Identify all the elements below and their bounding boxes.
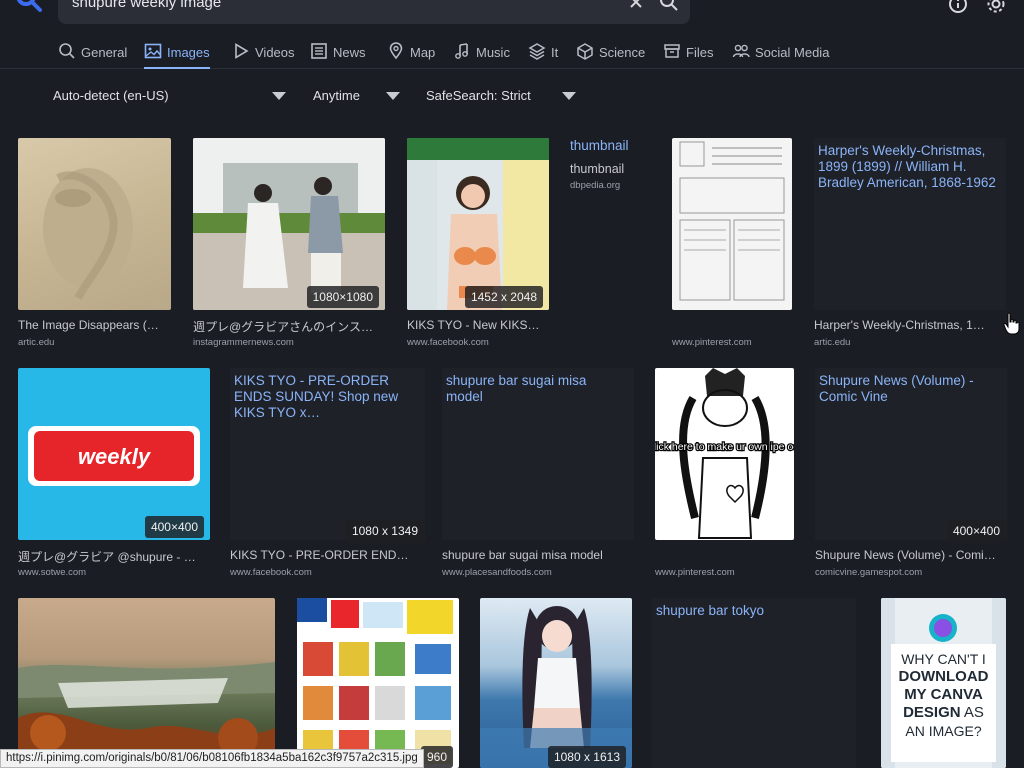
- image-result[interactable]: WHY CAN'T I DOWNLOAD MY CANVA DESIGN AS …: [881, 598, 1007, 768]
- result-thumbnail[interactable]: [672, 138, 792, 310]
- image-result[interactable]: www.pinterest.com: [672, 138, 797, 350]
- result-thumbnail[interactable]: [18, 138, 171, 310]
- canva-headline-line3: MY CANVA: [904, 686, 983, 703]
- result-source: comicvine.gamespot.com: [815, 567, 923, 578]
- result-thumbnail[interactable]: 1080 x 1613: [480, 598, 632, 768]
- result-title-link[interactable]: KIKS TYO - PRE-ORDER ENDS SUNDAY! Shop n…: [234, 373, 414, 421]
- canva-headline-line5: AN IMAGE?: [905, 723, 982, 739]
- result-title-link[interactable]: Shupure News (Volume) - Comic Vine: [819, 373, 999, 405]
- image-result[interactable]: 1452 x 2048 KIKS TYO - New KIKS… www.fac…: [407, 138, 557, 350]
- result-source: www.facebook.com: [407, 337, 489, 348]
- image-results-grid: The Image Disappears (… artic.edu 1080×1…: [0, 0, 1024, 768]
- result-caption[interactable]: KIKS TYO - New KIKS…: [407, 318, 555, 332]
- result-caption[interactable]: Harper's Weekly-Christmas, 1…: [814, 318, 1004, 332]
- image-dimensions: 1080×1080: [306, 286, 379, 308]
- canva-headline-line1: WHY CAN'T I: [901, 651, 986, 667]
- result-source: artic.edu: [814, 337, 851, 348]
- image-dimensions: 1452 x 2048: [464, 286, 543, 308]
- result-caption[interactable]: The Image Disappears (…: [18, 318, 173, 332]
- image-result[interactable]: The Image Disappears (… artic.edu: [18, 138, 178, 350]
- result-caption[interactable]: shupure bar sugai misa model: [442, 548, 634, 562]
- image-result[interactable]: KIKS TYO - PRE-ORDER ENDS SUNDAY! Shop n…: [230, 368, 428, 580]
- result-caption[interactable]: 週プレ@グラビア @shupure - …: [18, 548, 212, 565]
- result-caption[interactable]: 週プレ@グラビアさんのインス…: [193, 318, 389, 335]
- image-dimensions: 400×400: [946, 520, 1006, 542]
- status-bar-url: https://i.pinimg.com/originals/b0/81/06/…: [0, 749, 424, 768]
- result-source: www.pinterest.com: [672, 337, 752, 348]
- hand-cursor-icon: [1003, 312, 1020, 335]
- result-thumbnail[interactable]: 1080×1080: [193, 138, 385, 310]
- result-thumbnail[interactable]: click here to make ur own ipe oc!: [655, 368, 794, 540]
- image-result[interactable]: [18, 598, 276, 768]
- result-source: www.pinterest.com: [655, 567, 735, 578]
- result-thumbnail[interactable]: 1452 x 2048: [407, 138, 549, 310]
- result-source: artic.edu: [18, 337, 55, 348]
- canva-headline-line4: DESIGN: [903, 704, 961, 721]
- result-title-link[interactable]: shupure bar tokyo: [656, 603, 846, 619]
- result-source: www.sotwe.com: [18, 567, 87, 578]
- result-source: instagrammernews.com: [193, 337, 294, 348]
- image-result[interactable]: 960: [297, 598, 462, 768]
- image-result[interactable]: Harper's Weekly-Christmas, 1899 (1899) /…: [814, 138, 1009, 350]
- image-overlay-text: click here to make ur own ipe oc!: [655, 441, 794, 453]
- result-title-link[interactable]: Harper's Weekly-Christmas, 1899 (1899) /…: [818, 143, 1000, 191]
- result-source: www.facebook.com: [230, 567, 312, 578]
- result-thumbnail[interactable]: [651, 598, 856, 768]
- result-thumbnail[interactable]: 960: [297, 598, 459, 768]
- result-thumbnail[interactable]: weekly 400×400: [18, 368, 210, 540]
- result-title-link[interactable]: thumbnail: [570, 138, 660, 154]
- image-result[interactable]: click here to make ur own ipe oc! www.pi…: [655, 368, 797, 580]
- result-thumbnail[interactable]: [18, 598, 275, 768]
- image-dimensions: 960: [420, 746, 453, 768]
- result-caption[interactable]: Shupure News (Volume) - Comi…: [815, 548, 1007, 562]
- image-dimensions: 400×400: [144, 516, 204, 538]
- image-result[interactable]: Shupure News (Volume) - Comic Vine 400×4…: [815, 368, 1010, 580]
- result-thumbnail[interactable]: WHY CAN'T I DOWNLOAD MY CANVA DESIGN AS …: [881, 598, 1006, 768]
- canva-headline-line2: DOWNLOAD: [898, 668, 989, 685]
- image-result[interactable]: thumbnail thumbnail dbpedia.org: [570, 138, 660, 208]
- weekly-logo-text: weekly: [78, 444, 152, 469]
- image-result[interactable]: shupure bar sugai misa model shupure bar…: [442, 368, 637, 580]
- image-result[interactable]: 1080 x 1613: [480, 598, 635, 768]
- canva-headline-line4b: AS: [963, 704, 984, 721]
- image-dimensions: 1080 x 1349: [345, 520, 424, 542]
- result-title-link[interactable]: shupure bar sugai misa model: [446, 373, 626, 405]
- result-caption[interactable]: thumbnail: [570, 162, 660, 176]
- result-source: www.placesandfoods.com: [442, 567, 552, 578]
- image-result[interactable]: 1080×1080 週プレ@グラビアさんのインス… instagrammerne…: [193, 138, 393, 350]
- image-result[interactable]: shupure bar tokyo: [651, 598, 861, 768]
- result-caption[interactable]: KIKS TYO - PRE-ORDER END…: [230, 548, 426, 562]
- image-result[interactable]: weekly 400×400 週プレ@グラビア @shupure - … www…: [18, 368, 214, 580]
- result-source: dbpedia.org: [570, 180, 621, 191]
- image-dimensions: 1080 x 1613: [547, 746, 626, 768]
